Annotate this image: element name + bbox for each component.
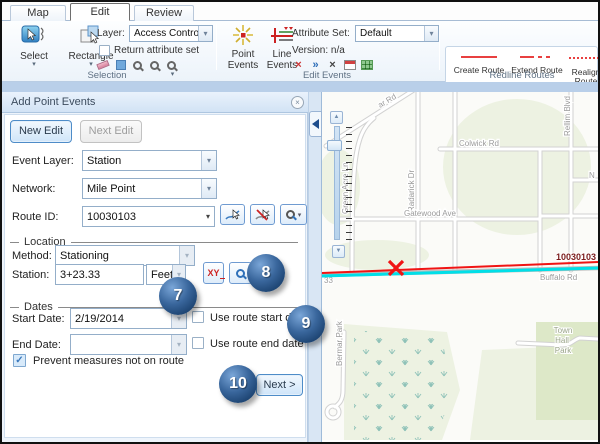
line-events-icon: [270, 24, 294, 46]
zoom-slider-thumb[interactable]: [327, 140, 342, 151]
map-canvas[interactable]: ar Rd Green Acre Ln Radarick Dr Colwick …: [322, 92, 598, 440]
start-date-label: Start Date:: [12, 313, 65, 325]
route-search-button[interactable]: ▾: [280, 204, 307, 225]
xy-locate-button[interactable]: XY: [203, 262, 224, 284]
marsh-symbols: [354, 330, 452, 440]
collapse-panel-button[interactable]: [309, 111, 322, 137]
attribute-set-select[interactable]: Default ▾: [355, 25, 439, 42]
use-route-start-date-checkbox[interactable]: ✓: [192, 311, 204, 323]
select-route-on-map-button[interactable]: [220, 204, 245, 225]
group-separator: [439, 24, 440, 70]
route-pick-icon: [225, 208, 240, 222]
zoom-slider-ticks: [346, 127, 352, 240]
select-button[interactable]: Select ▾: [8, 24, 60, 67]
version-label: Version: n/a: [292, 45, 345, 56]
search-icon: [286, 210, 295, 219]
network-select[interactable]: Mile Point ▾: [82, 178, 217, 199]
return-attribute-set-checkbox[interactable]: ✓: [99, 45, 110, 56]
chevron-down-icon: ▾: [8, 62, 60, 67]
route-pick-clear-icon: [255, 208, 270, 222]
map-container: ar Rd Green Acre Ln Radarick Dr Colwick …: [322, 92, 598, 440]
arrow-up-icon: ▲: [334, 114, 340, 120]
route-number-label: 10030103: [556, 252, 596, 262]
tab-review[interactable]: Review: [134, 5, 194, 21]
layer-select[interactable]: Access Control ▾: [129, 25, 213, 42]
method-label: Method:: [12, 250, 52, 262]
network-label: Network:: [12, 183, 55, 195]
dotted-line-icon: [569, 57, 600, 59]
buffalo-label: Buffalo Rd: [540, 273, 577, 282]
rellim-label: Rellim Blvd: [563, 96, 572, 136]
selection-group-label: Selection: [62, 70, 152, 81]
chevron-down-icon: ▾: [201, 151, 216, 170]
colwick-label: Colwick Rd: [459, 139, 499, 148]
town-label: Town: [554, 326, 573, 335]
prevent-measures-label: Prevent measures not on route: [33, 355, 184, 367]
hall-label: Hall: [555, 336, 569, 345]
dock-band: [2, 82, 598, 92]
panel-splitter[interactable]: [308, 92, 322, 442]
use-route-end-date-label: Use route end date: [210, 338, 304, 350]
arrow-down-icon: ▼: [336, 248, 342, 254]
end-date-input[interactable]: ▾: [70, 334, 187, 355]
panel-header: Add Point Events: [2, 92, 308, 113]
event-layer-select[interactable]: Station ▾: [82, 150, 217, 171]
layer-label: Layer:: [97, 28, 125, 39]
station-label: Station:: [12, 269, 49, 281]
chevron-down-icon: ▾: [201, 179, 216, 198]
tab-map[interactable]: Map: [10, 5, 66, 21]
callout-8: 8: [247, 254, 285, 292]
clear-route-selection-button[interactable]: [250, 204, 275, 225]
zoom-out-button[interactable]: ▼: [332, 245, 345, 258]
route-id-label: Route ID:: [12, 211, 58, 223]
ribbon-tab-strip: Map Edit Review: [2, 2, 598, 21]
chevron-down-icon: ▾: [171, 335, 186, 354]
close-icon[interactable]: ×: [291, 96, 304, 109]
use-route-end-date-checkbox[interactable]: ✓: [192, 337, 204, 349]
radarick-label: Radarick Dr: [407, 169, 416, 212]
application-window: Map Edit Review Select ▾ Rectangle ▾: [0, 0, 600, 444]
tab-edit[interactable]: Edit: [70, 3, 130, 21]
edit-events-group-label: Edit Events: [282, 70, 372, 81]
point-events-button[interactable]: Point Events: [224, 24, 262, 71]
callout-9: 9: [287, 305, 325, 343]
attribute-set-label: Attribute Set:: [292, 28, 350, 39]
redline-routes-group-label: Redline Routes: [472, 70, 572, 81]
chevron-down-icon: ▾: [298, 211, 302, 219]
group-separator: [216, 24, 217, 70]
callout-7: 7: [159, 277, 197, 315]
new-edit-button[interactable]: New Edit: [10, 120, 72, 143]
solid-line-icon: [461, 56, 497, 58]
chevron-down-icon: ▾: [179, 246, 194, 265]
chevron-down-icon: ▾: [198, 26, 212, 41]
station-input[interactable]: 3+23.33: [55, 264, 144, 285]
method-select[interactable]: Stationing ▾: [55, 245, 195, 266]
callout-10: 10: [219, 365, 257, 403]
select-tool-icon: [21, 24, 47, 48]
chevron-down-icon: ▾: [165, 72, 180, 77]
collapse-left-icon: [312, 119, 319, 129]
gatewood-label: Gatewood Ave: [404, 209, 456, 218]
n-road-label: N: [589, 171, 595, 180]
next-edit-button[interactable]: Next Edit: [80, 120, 142, 143]
chevron-down-icon: ▾: [206, 207, 210, 226]
search-icon: [236, 269, 245, 278]
prevent-measures-checkbox[interactable]: ✓: [13, 354, 26, 367]
panel-title: Add Point Events: [11, 96, 95, 108]
point-events-icon: [232, 24, 254, 46]
park-label: Park: [555, 346, 572, 355]
bermar-park-label: Bermar Park: [335, 320, 344, 366]
return-attribute-set-label: Return attribute set: [114, 45, 199, 56]
ribbon: Select ▾ Rectangle ▾ Layer: Access Contr…: [2, 21, 598, 82]
chevron-down-icon: ▾: [424, 26, 438, 41]
event-layer-label: Event Layer:: [12, 155, 74, 167]
selection-options-icon[interactable]: ▾: [165, 59, 180, 74]
next-button[interactable]: Next >: [256, 374, 303, 396]
end-date-label: End Date:: [12, 339, 61, 351]
zoom-in-button[interactable]: ▲: [330, 111, 343, 124]
dash-dot-line-icon: [520, 56, 554, 58]
route-id-combo[interactable]: 10030103 ▾: [82, 206, 215, 227]
